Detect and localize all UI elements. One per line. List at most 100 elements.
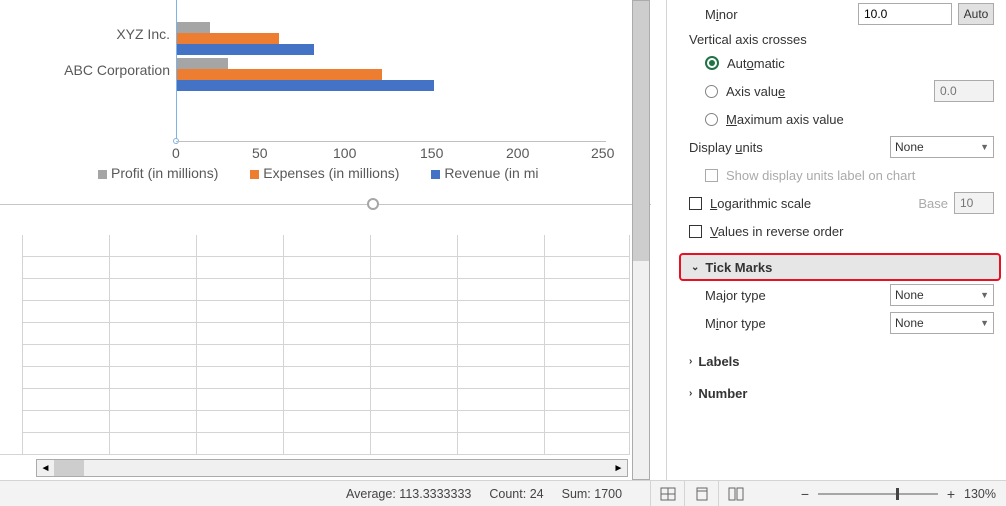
grid-cell[interactable] — [284, 279, 371, 301]
legend-item-expenses[interactable]: Expenses (in millions) — [250, 165, 399, 181]
grid-cell[interactable] — [284, 345, 371, 367]
chart-bar-profit-abc[interactable] — [176, 58, 228, 69]
horizontal-scrollbar-thumb[interactable] — [54, 460, 84, 476]
grid-cell[interactable] — [371, 235, 458, 257]
normal-view-button[interactable] — [650, 481, 684, 506]
display-units-select[interactable]: None ▼ — [890, 136, 994, 158]
grid-cell[interactable] — [110, 367, 197, 389]
chart-bar-revenue-abc[interactable] — [176, 80, 434, 91]
page-break-view-button[interactable] — [718, 481, 752, 506]
minor-tick-type-select[interactable]: None ▼ — [890, 312, 994, 334]
grid-cell[interactable] — [458, 279, 545, 301]
grid-cell[interactable] — [197, 301, 284, 323]
horizontal-scrollbar-track[interactable] — [54, 460, 610, 476]
grid-cell[interactable] — [23, 389, 110, 411]
log-scale-row[interactable]: Logarithmic scale Base — [689, 189, 994, 217]
grid-cell[interactable] — [197, 257, 284, 279]
grid-cell[interactable] — [545, 323, 630, 345]
grid-cell[interactable] — [23, 433, 110, 455]
grid-cell[interactable] — [371, 411, 458, 433]
grid-cell[interactable] — [197, 411, 284, 433]
tick-marks-section-header[interactable]: ⌄ Tick Marks — [679, 253, 1001, 281]
grid-cell[interactable] — [458, 323, 545, 345]
grid-cell[interactable] — [110, 433, 197, 455]
radio-icon[interactable] — [705, 56, 719, 70]
chart-bar-expenses-xyz[interactable] — [176, 33, 279, 44]
grid-cell[interactable] — [23, 235, 110, 257]
grid-cell[interactable] — [197, 323, 284, 345]
grid-cell[interactable] — [371, 257, 458, 279]
zoom-level-label[interactable]: 130% — [964, 487, 996, 501]
checkbox-icon[interactable] — [689, 197, 702, 210]
grid-cell[interactable] — [284, 301, 371, 323]
grid-cell[interactable] — [23, 279, 110, 301]
worksheet-grid[interactable]: // grid drawn after data load below — [0, 235, 652, 455]
chart-x-axis[interactable] — [176, 141, 606, 142]
checkbox-icon[interactable] — [689, 225, 702, 238]
grid-cell[interactable] — [110, 345, 197, 367]
grid-cell[interactable] — [545, 257, 630, 279]
grid-cell[interactable] — [197, 345, 284, 367]
horizontal-scrollbar[interactable]: ◄ ► — [36, 459, 628, 477]
grid-cell[interactable] — [197, 235, 284, 257]
scroll-right-icon[interactable]: ► — [610, 460, 627, 476]
grid-cell[interactable] — [197, 367, 284, 389]
grid-cell[interactable] — [23, 367, 110, 389]
grid-cell[interactable] — [284, 367, 371, 389]
vac-automatic-row[interactable]: Automatic — [689, 49, 994, 77]
vac-maximum-row[interactable]: Maximum axis value — [689, 105, 994, 133]
grid-cell[interactable] — [458, 367, 545, 389]
chart-bar-profit-xyz[interactable] — [176, 22, 210, 33]
grid-cell[interactable] — [371, 301, 458, 323]
legend-item-revenue[interactable]: Revenue (in mi — [431, 165, 538, 181]
grid-cell[interactable] — [197, 279, 284, 301]
radio-icon[interactable] — [705, 113, 718, 126]
grid-cell[interactable] — [23, 345, 110, 367]
labels-section-header[interactable]: › Labels — [689, 347, 994, 375]
grid-cell[interactable] — [458, 345, 545, 367]
grid-cell[interactable] — [371, 389, 458, 411]
grid-cell[interactable] — [545, 433, 630, 455]
grid-cell[interactable] — [110, 411, 197, 433]
grid-cell[interactable] — [458, 389, 545, 411]
grid-cell[interactable] — [284, 323, 371, 345]
zoom-in-button[interactable]: + — [944, 486, 958, 502]
vac-axis-value-row[interactable]: Axis value — [689, 77, 994, 105]
grid-cell[interactable] — [284, 389, 371, 411]
grid-cell[interactable] — [197, 433, 284, 455]
axis-minor-unit-auto-button[interactable]: Auto — [958, 3, 994, 25]
grid-cell[interactable] — [458, 433, 545, 455]
chart-legend[interactable]: Profit (in millions) Expenses (in millio… — [98, 165, 566, 181]
grid-cell[interactable] — [110, 257, 197, 279]
grid-cell[interactable] — [458, 257, 545, 279]
grid-cell[interactable] — [371, 345, 458, 367]
grid-cell[interactable] — [110, 279, 197, 301]
grid-cell[interactable] — [545, 279, 630, 301]
grid-cell[interactable] — [371, 433, 458, 455]
chart-resize-handle[interactable] — [367, 198, 379, 210]
grid-cell[interactable] — [284, 235, 371, 257]
zoom-slider[interactable] — [818, 493, 938, 495]
legend-item-profit[interactable]: Profit (in millions) — [98, 165, 218, 181]
grid-cell[interactable] — [545, 345, 630, 367]
grid-cell[interactable] — [458, 235, 545, 257]
grid-cell[interactable] — [371, 279, 458, 301]
grid-cell[interactable] — [110, 301, 197, 323]
zoom-slider-thumb[interactable] — [896, 488, 899, 500]
axis-minor-unit-input[interactable] — [858, 3, 952, 25]
number-section-header[interactable]: › Number — [689, 379, 994, 407]
chart-bar-expenses-abc[interactable] — [176, 69, 382, 80]
grid-cell[interactable] — [458, 301, 545, 323]
grid-cell[interactable] — [545, 367, 630, 389]
chart-y-axis[interactable] — [176, 0, 177, 144]
grid-cell[interactable] — [110, 323, 197, 345]
grid-cell[interactable] — [110, 389, 197, 411]
zoom-out-button[interactable]: − — [798, 486, 812, 502]
grid-cell[interactable] — [545, 301, 630, 323]
grid-cell[interactable] — [23, 323, 110, 345]
grid-cell[interactable] — [284, 257, 371, 279]
reverse-order-row[interactable]: Values in reverse order — [689, 217, 994, 245]
grid-cell[interactable] — [284, 411, 371, 433]
grid-cell[interactable] — [110, 235, 197, 257]
grid-cell[interactable] — [371, 323, 458, 345]
